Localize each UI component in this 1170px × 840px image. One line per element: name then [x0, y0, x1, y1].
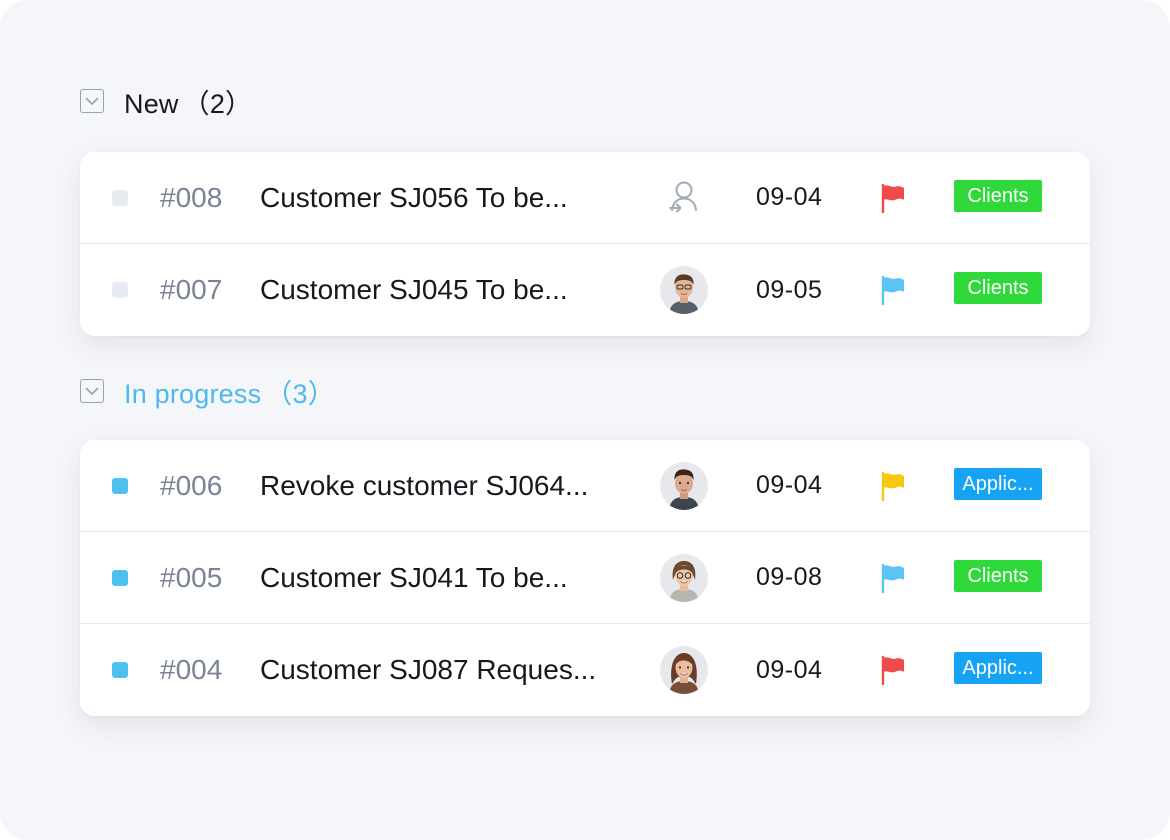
- collapse-toggle-new[interactable]: [80, 89, 104, 113]
- table-row[interactable]: #006 Revoke customer SJ064... 09-04 Appl…: [80, 440, 1090, 532]
- ticket-id: #008: [160, 181, 223, 213]
- chevron-down-icon: [85, 97, 99, 105]
- due-date: 09-08: [756, 563, 823, 591]
- group-title-new: New （2）: [124, 88, 253, 119]
- assignee-slot[interactable]: [660, 174, 708, 222]
- ticket-id: #004: [160, 654, 223, 685]
- status-indicator: [112, 570, 128, 586]
- avatar: [660, 462, 708, 510]
- group-count-in-progress: （3）: [265, 378, 335, 409]
- collapse-toggle-in-progress[interactable]: [80, 379, 104, 403]
- ticket-title[interactable]: Customer SJ087 Reques...: [260, 654, 625, 686]
- table-row[interactable]: #005 Customer SJ041 To be... 09-08 Clien…: [80, 532, 1090, 624]
- due-date: 09-04: [756, 655, 823, 684]
- due-date: 09-04: [756, 183, 823, 211]
- unassigned-user-icon: [669, 181, 697, 213]
- group-header-in-progress: In progress （3）: [80, 376, 335, 409]
- ticket-title[interactable]: Customer SJ045 To be...: [260, 274, 625, 306]
- ticket-id: #005: [160, 561, 223, 593]
- chevron-down-icon: [85, 387, 99, 395]
- due-date: 09-05: [756, 275, 823, 304]
- task-card-new: #008 Customer SJ056 To be... 09-04 Clien…: [80, 152, 1090, 336]
- task-list-panel: New （2） #008 Customer SJ056 To be... 09-0…: [0, 0, 1170, 840]
- table-row[interactable]: #007 Customer SJ045 To be... 09-05 Clien…: [80, 244, 1090, 336]
- priority-flag-icon[interactable]: [878, 562, 908, 594]
- table-row[interactable]: #004 Customer SJ087 Reques... 09-04 Appl…: [80, 624, 1090, 716]
- status-indicator: [112, 662, 128, 678]
- ticket-id: #007: [160, 274, 223, 305]
- status-indicator: [112, 190, 128, 206]
- group-title-in-progress: In progress （3）: [124, 378, 335, 409]
- avatar: [660, 554, 708, 602]
- assignee-slot[interactable]: [660, 646, 708, 694]
- task-card-in-progress: #006 Revoke customer SJ064... 09-04 Appl…: [80, 440, 1090, 716]
- avatar: [660, 266, 708, 314]
- ticket-title[interactable]: Customer SJ056 To be...: [260, 182, 625, 214]
- status-indicator: [112, 282, 128, 298]
- avatar: [660, 646, 708, 694]
- category-tag[interactable]: Clients: [954, 560, 1042, 592]
- assignee-slot[interactable]: [660, 462, 708, 510]
- category-tag[interactable]: Applic...: [954, 652, 1042, 684]
- assignee-slot[interactable]: [660, 266, 708, 314]
- ticket-title[interactable]: Revoke customer SJ064...: [260, 470, 625, 502]
- group-header-new: New （2）: [80, 86, 252, 119]
- priority-flag-icon[interactable]: [878, 470, 908, 502]
- category-tag[interactable]: Applic...: [954, 468, 1042, 500]
- priority-flag-icon[interactable]: [878, 274, 908, 306]
- category-tag[interactable]: Clients: [954, 272, 1042, 304]
- ticket-title[interactable]: Customer SJ041 To be...: [260, 562, 625, 594]
- assignee-slot[interactable]: [660, 554, 708, 602]
- priority-flag-icon[interactable]: [878, 654, 908, 686]
- table-row[interactable]: #008 Customer SJ056 To be... 09-04 Clien…: [80, 152, 1090, 244]
- category-tag[interactable]: Clients: [954, 180, 1042, 212]
- due-date: 09-04: [756, 471, 823, 499]
- ticket-id: #006: [160, 469, 223, 501]
- group-count-new: （2）: [182, 88, 253, 119]
- priority-flag-icon[interactable]: [878, 182, 908, 214]
- status-indicator: [112, 478, 128, 494]
